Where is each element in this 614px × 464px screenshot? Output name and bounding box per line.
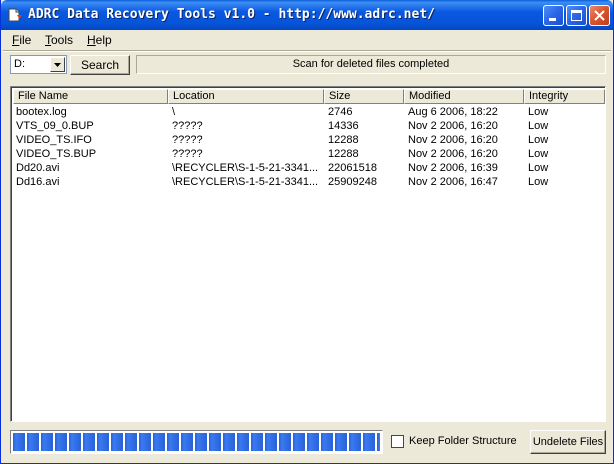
- cell-file-name: VIDEO_TS.IFO: [16, 134, 92, 146]
- menu-tools[interactable]: Tools: [45, 33, 73, 47]
- dropdown-arrow-button[interactable]: [50, 57, 65, 72]
- cell-size: 12288: [328, 148, 359, 160]
- cell-file-name: Dd16.avi: [16, 176, 60, 188]
- table-row[interactable]: bootex.log \ 2746 Aug 6 2006, 18:22 Low: [13, 105, 605, 119]
- cell-location: ?????: [172, 148, 203, 160]
- cell-modified: Nov 2 2006, 16:20: [408, 148, 498, 160]
- cell-modified: Nov 2 2006, 16:20: [408, 134, 498, 146]
- cell-size: 22061518: [328, 162, 377, 174]
- app-window: ADRC Data Recovery Tools v1.0 - http://w…: [0, 0, 614, 464]
- table-row[interactable]: VIDEO_TS.IFO ????? 12288 Nov 2 2006, 16:…: [13, 133, 605, 147]
- status-text: Scan for deleted files completed: [136, 55, 606, 74]
- cell-integrity: Low: [528, 148, 549, 160]
- drive-value: D:: [14, 58, 25, 70]
- scan-progress-bar: [10, 430, 383, 454]
- cell-integrity: Low: [528, 134, 549, 146]
- cell-location: ?????: [172, 134, 203, 146]
- window-title: ADRC Data Recovery Tools v1.0 - http://w…: [28, 7, 435, 22]
- chevron-down-icon: [54, 63, 61, 67]
- maximize-icon: [571, 10, 582, 21]
- minimize-icon: [549, 18, 556, 21]
- toolbar-divider: [3, 50, 611, 52]
- app-icon: [8, 8, 22, 22]
- column-header-modified[interactable]: Modified: [404, 89, 524, 104]
- menu-bar: File Tools Help: [1, 30, 613, 50]
- table-row[interactable]: VTS_09_0.BUP ????? 14336 Nov 2 2006, 16:…: [13, 119, 605, 133]
- cell-modified: Aug 6 2006, 18:22: [408, 106, 498, 118]
- cell-size: 25909248: [328, 176, 377, 188]
- cell-file-name: Dd20.avi: [16, 162, 60, 174]
- cell-size: 2746: [328, 106, 353, 118]
- table-row[interactable]: VIDEO_TS.BUP ????? 12288 Nov 2 2006, 16:…: [13, 147, 605, 161]
- keep-folder-structure-checkbox[interactable]: [391, 435, 404, 448]
- file-list[interactable]: File Name Location Size Modified Integri…: [10, 86, 606, 422]
- cell-modified: Nov 2 2006, 16:47: [408, 176, 498, 188]
- cell-modified: Nov 2 2006, 16:39: [408, 162, 498, 174]
- minimize-button[interactable]: [543, 5, 564, 26]
- menu-help[interactable]: Help: [87, 33, 112, 47]
- list-rows: bootex.log \ 2746 Aug 6 2006, 18:22 Low …: [13, 105, 605, 189]
- drive-dropdown[interactable]: D:: [10, 55, 67, 74]
- list-header: File Name Location Size Modified Integri…: [13, 89, 605, 104]
- cell-location: \RECYCLER\S-1-5-21-3341...: [172, 176, 319, 188]
- maximize-button[interactable]: [566, 5, 587, 26]
- column-header-size[interactable]: Size: [324, 89, 404, 104]
- cell-size: 14336: [328, 120, 359, 132]
- cell-location: \: [172, 106, 176, 118]
- cell-file-name: VTS_09_0.BUP: [16, 120, 94, 132]
- cell-file-name: VIDEO_TS.BUP: [16, 148, 97, 160]
- cell-integrity: Low: [528, 176, 549, 188]
- cell-location: ?????: [172, 120, 203, 132]
- cell-integrity: Low: [528, 120, 549, 132]
- close-icon: [594, 10, 605, 21]
- search-button[interactable]: Search: [70, 55, 130, 75]
- undelete-files-button[interactable]: Undelete Files: [530, 430, 606, 454]
- cell-size: 12288: [328, 134, 359, 146]
- progress-fill: [13, 433, 380, 451]
- column-header-file-name[interactable]: File Name: [13, 89, 168, 104]
- title-bar[interactable]: ADRC Data Recovery Tools v1.0 - http://w…: [1, 0, 613, 30]
- cell-integrity: Low: [528, 106, 549, 118]
- cell-location: \RECYCLER\S-1-5-21-3341...: [172, 162, 319, 174]
- cell-file-name: bootex.log: [16, 106, 67, 118]
- cell-modified: Nov 2 2006, 16:20: [408, 120, 498, 132]
- close-button[interactable]: [589, 5, 610, 26]
- table-row[interactable]: Dd16.avi \RECYCLER\S-1-5-21-3341... 2590…: [13, 175, 605, 189]
- column-header-location[interactable]: Location: [168, 89, 324, 104]
- table-row[interactable]: Dd20.avi \RECYCLER\S-1-5-21-3341... 2206…: [13, 161, 605, 175]
- keep-folder-structure-label[interactable]: Keep Folder Structure: [409, 435, 517, 447]
- menu-file[interactable]: File: [12, 33, 31, 47]
- cell-integrity: Low: [528, 162, 549, 174]
- column-header-integrity[interactable]: Integrity: [524, 89, 605, 104]
